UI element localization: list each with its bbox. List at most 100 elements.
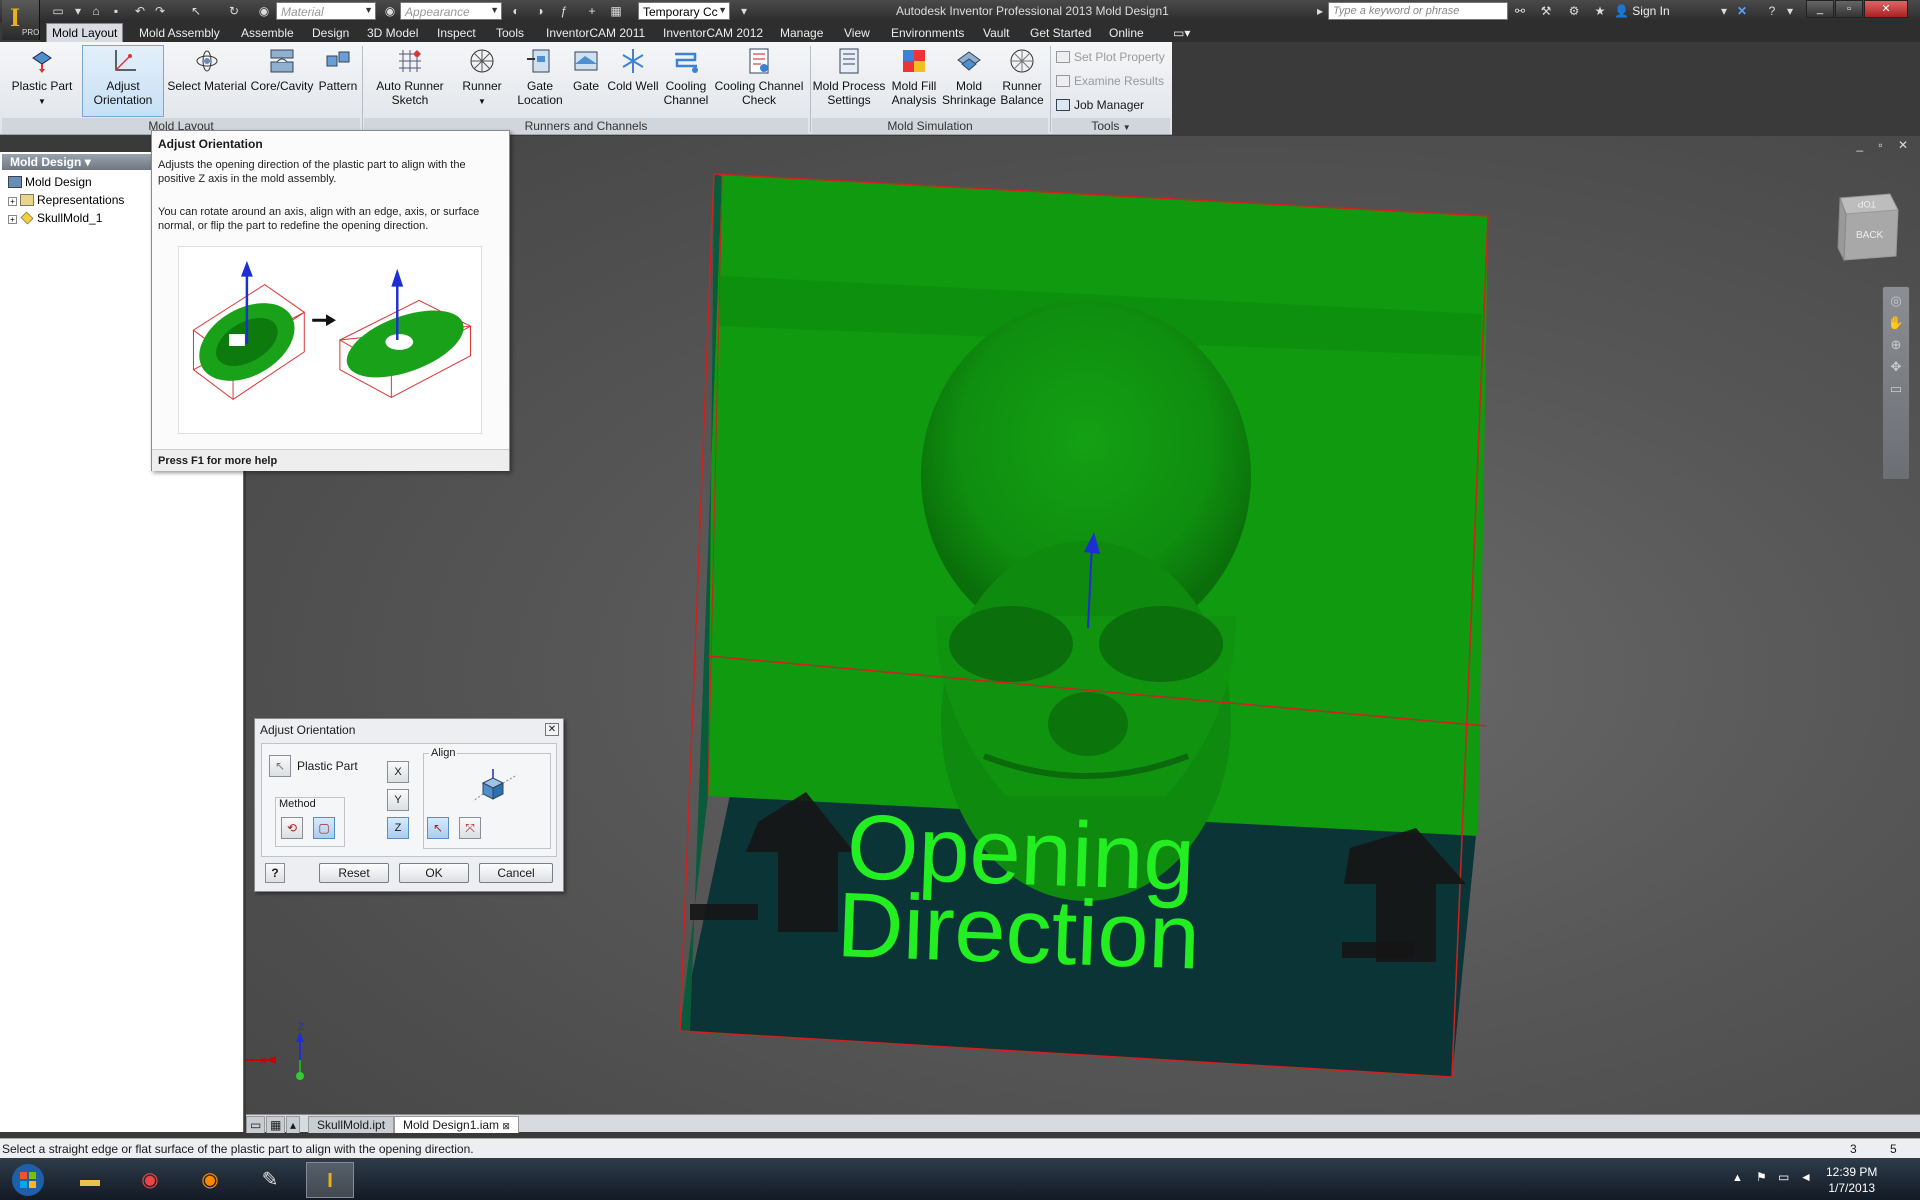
axis-x-button[interactable]: X [387, 761, 409, 783]
undo-icon[interactable]: ↶ [132, 3, 148, 19]
axis-z-button[interactable]: Z [387, 817, 409, 839]
update-icon[interactable]: ↻ [226, 3, 242, 19]
mold-shrinkage-button[interactable]: Mold Shrinkage [942, 46, 996, 107]
tab-mold-assembly[interactable]: Mold Assembly [134, 24, 225, 42]
tab-inventorcam-2012[interactable]: InventorCAM 2012 [658, 24, 768, 42]
tree-item-representations[interactable]: + Representations [8, 193, 124, 207]
customize-qat-icon[interactable]: ▾ [736, 3, 752, 19]
tree-item-mold-design[interactable]: Mold Design [8, 175, 92, 189]
subscription-icon[interactable]: ⚒ [1538, 3, 1554, 19]
plastic-part-button[interactable]: Plastic Part ▼ [8, 46, 76, 109]
paint-taskbar-button[interactable]: ✎ [246, 1162, 294, 1198]
parameters-icon[interactable]: ƒ [556, 3, 572, 19]
mold-process-settings-button[interactable]: Mold Process Settings [812, 46, 886, 107]
material-combo[interactable]: Material ▼ [276, 2, 376, 20]
tab-inspect[interactable]: Inspect [432, 24, 481, 42]
maximize-button[interactable]: ▫ [1835, 0, 1863, 18]
runner-balance-button[interactable]: Runner Balance [996, 46, 1048, 107]
temp-rep-combo[interactable]: Temporary Cc ▼ [638, 2, 730, 20]
close-button[interactable]: ✕ [1864, 0, 1908, 18]
examine-results-button[interactable]: Examine Results [1056, 74, 1164, 88]
panel-label-tools[interactable]: Tools ▼ [1052, 118, 1170, 134]
gate-location-button[interactable]: Gate Location [512, 46, 568, 107]
pattern-button[interactable]: Pattern [316, 46, 360, 93]
tile-windows-icon[interactable]: ▭ [246, 1116, 266, 1133]
new-dropdown-icon[interactable]: ▾ [70, 3, 86, 19]
zoom-icon[interactable]: ⊕ [1883, 337, 1909, 353]
communication-icon[interactable]: ⚙ [1566, 3, 1582, 19]
dialog-help-button[interactable]: ? [265, 863, 285, 883]
network-icon[interactable]: ▭ [1778, 1170, 1789, 1184]
align-select-button[interactable]: ↖ [427, 817, 449, 839]
new-icon[interactable]: ▭ [50, 3, 66, 19]
volume-icon[interactable]: ◄ [1800, 1170, 1812, 1184]
gate-button[interactable]: Gate [568, 46, 604, 93]
method-align-button[interactable]: ▢ [313, 817, 335, 839]
cold-well-button[interactable]: Cold Well [604, 46, 662, 93]
tab-3d-model[interactable]: 3D Model [362, 24, 423, 42]
pan-icon[interactable]: ✋ [1883, 315, 1909, 331]
cascade-windows-icon[interactable]: ▦ [266, 1116, 286, 1133]
exchange-x-icon[interactable]: ✕ [1734, 3, 1750, 19]
ok-button[interactable]: OK [399, 863, 469, 883]
start-button[interactable] [4, 1162, 52, 1198]
tab-environments[interactable]: Environments [886, 24, 969, 42]
inventor-taskbar-button[interactable]: I [306, 1162, 354, 1198]
help-dropdown-icon[interactable]: ▾ [1782, 3, 1798, 19]
help-search-input[interactable]: Type a keyword or phrase [1328, 2, 1508, 20]
mold-fill-analysis-button[interactable]: Mold Fill Analysis [888, 46, 940, 107]
plastic-part-select-button[interactable]: ↖ [269, 755, 291, 777]
appearance-combo[interactable]: Appearance ▼ [400, 2, 502, 20]
tab-assemble[interactable]: Assemble [236, 24, 299, 42]
minimize-button[interactable]: _ [1806, 0, 1834, 18]
tab-view[interactable]: View [839, 24, 875, 42]
orbit-icon[interactable]: ✥ [1883, 359, 1909, 375]
view-cube[interactable]: TOP BACK [1830, 190, 1902, 270]
binoculars-icon[interactable]: ⚯ [1512, 3, 1528, 19]
set-plot-property-button[interactable]: Set Plot Property [1056, 50, 1165, 64]
measure-icon[interactable]: + [584, 3, 600, 19]
look-at-icon[interactable]: ▭ [1883, 381, 1909, 397]
select-material-button[interactable]: Select Material [166, 46, 248, 93]
tab-design[interactable]: Design [307, 24, 354, 42]
signin-dropdown-icon[interactable]: ▾ [1716, 3, 1732, 19]
navigation-bar[interactable]: ◎ ✋ ⊕ ✥ ▭ [1882, 286, 1910, 480]
method-rotate-button[interactable]: ⟲ [281, 817, 303, 839]
application-menu-button[interactable]: I PRO [2, 0, 40, 40]
sign-in-link[interactable]: 👤 Sign In [1614, 4, 1670, 18]
firefox-taskbar-button[interactable]: ◉ [186, 1162, 234, 1198]
taskbar-clock[interactable]: 12:39 PM 1/7/2013 [1826, 1164, 1877, 1196]
select-icon[interactable]: ↖ [188, 3, 204, 19]
tab-get-started[interactable]: Get Started [1025, 24, 1096, 42]
clear-override-icon[interactable]: ◑ [532, 3, 548, 19]
search-expand-icon[interactable]: ▸ [1312, 3, 1328, 19]
tab-inventorcam-2011[interactable]: InventorCAM 2011 [541, 24, 650, 42]
reset-button[interactable]: Reset [319, 863, 389, 883]
view-rep-icon[interactable]: ▦ [608, 3, 624, 19]
tray-expand-icon[interactable]: ▲ [1732, 1172, 1743, 1184]
tree-item-skullmold[interactable]: + SkullMold_1 [8, 211, 102, 225]
favorites-star-icon[interactable]: ★ [1592, 3, 1608, 19]
core-cavity-button[interactable]: Core/Cavity [248, 46, 316, 93]
doc-tab-mold-design1[interactable]: Mold Design1.iam ⊠ [394, 1116, 519, 1133]
cancel-button[interactable]: Cancel [479, 863, 553, 883]
close-icon[interactable]: ⊠ [502, 1121, 510, 1131]
action-center-flag-icon[interactable]: ⚑ [1756, 1170, 1767, 1184]
dialog-close-button[interactable]: ✕ [545, 723, 559, 736]
flip-direction-button[interactable]: ⤧ [459, 817, 481, 839]
cooling-channel-button[interactable]: Cooling Channel [662, 46, 710, 107]
chrome-taskbar-button[interactable]: ◉ [126, 1162, 174, 1198]
save-icon[interactable]: ▪ [108, 3, 124, 19]
cooling-channel-check-button[interactable]: Cooling Channel Check [712, 46, 806, 107]
job-manager-button[interactable]: Job Manager [1056, 98, 1144, 112]
ribbon-options-icon[interactable]: ▭▾ [1168, 24, 1195, 42]
tab-vault[interactable]: Vault [978, 24, 1014, 42]
tab-mold-layout[interactable]: Mold Layout [46, 23, 124, 42]
expand-icon[interactable]: + [8, 215, 17, 224]
redo-icon[interactable]: ↷ [152, 3, 168, 19]
color-override-icon[interactable]: ◐ [508, 3, 524, 19]
tab-online[interactable]: Online [1104, 24, 1149, 42]
doc-tab-skullmold[interactable]: SkullMold.ipt [308, 1116, 395, 1133]
help-icon[interactable]: ? [1764, 3, 1780, 19]
doc-list-icon[interactable]: ▴ [286, 1116, 301, 1133]
